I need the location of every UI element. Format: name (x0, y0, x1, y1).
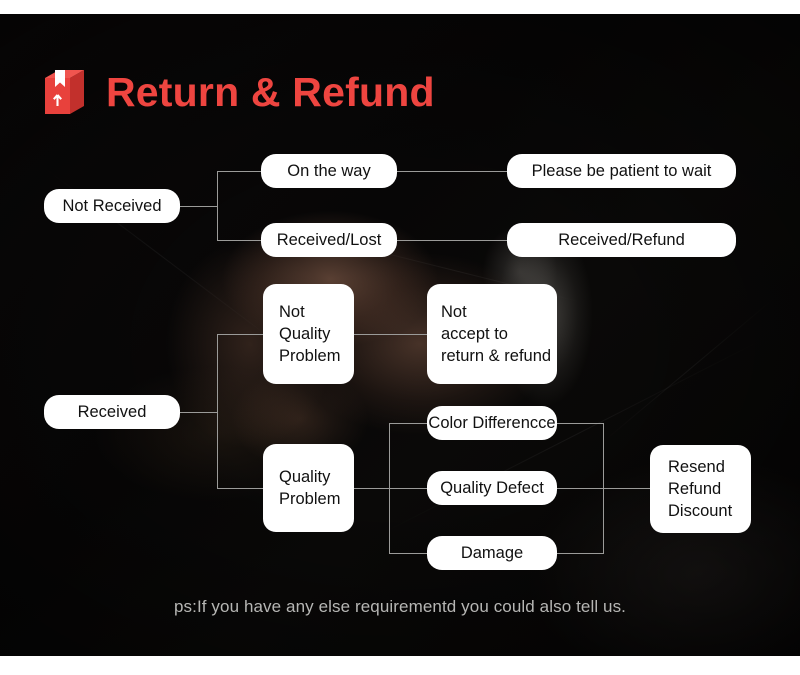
connector-to-damage (389, 553, 428, 554)
flow-node-received: Received (44, 395, 180, 429)
connector-to-quality-defect (389, 488, 428, 489)
return-refund-banner: Return & Refund Not Received On the way Re… (0, 0, 800, 675)
connector-not-received-out (180, 206, 218, 207)
connector-received-out (180, 412, 218, 413)
flow-node-please-wait: Please be patient to wait (507, 154, 736, 188)
flow-node-on-the-way: On the way (261, 154, 397, 188)
connector-to-not-quality (217, 334, 264, 335)
flow-node-received-refund: Received/Refund (507, 223, 736, 257)
connector-split-top (217, 171, 218, 241)
connector-to-resend (603, 488, 651, 489)
flow-node-color-difference: Color Differencce (427, 406, 557, 440)
flow-node-not-quality-problem: Not Quality Problem (263, 284, 354, 384)
connector-to-quality-problem (217, 488, 264, 489)
flow-node-quality-defect: Quality Defect (427, 471, 557, 505)
connector-damage-out (557, 553, 604, 554)
package-box-icon (42, 66, 92, 118)
footnote-text: ps:If you have any else requirementd you… (173, 597, 627, 616)
flow-node-not-accept: Not accept to return & refund (427, 284, 557, 384)
page-title-text: Return & Refund (106, 68, 435, 115)
connector-to-color-diff (389, 423, 428, 424)
connector-on-the-way-out (396, 171, 508, 172)
connector-color-diff-out (557, 423, 604, 424)
flow-node-damage: Damage (427, 536, 557, 570)
connector-received-lost-out (396, 240, 508, 241)
flow-node-received-lost: Received/Lost (261, 223, 397, 257)
flow-node-resend-refund-discount: Resend Refund Discount (650, 445, 751, 533)
dark-content-panel: Return & Refund Not Received On the way Re… (0, 14, 800, 656)
connector-split-received (217, 334, 218, 488)
flow-node-not-received: Not Received (44, 189, 180, 223)
connector-not-quality-out (354, 334, 428, 335)
connector-quality-problem-out (354, 488, 390, 489)
connector-quality-defect-out (557, 488, 604, 489)
flow-node-quality-problem: Quality Problem (263, 444, 354, 532)
page-title: Return & Refund (42, 66, 435, 118)
connector-to-on-the-way (217, 171, 262, 172)
connector-to-received-lost (217, 240, 262, 241)
